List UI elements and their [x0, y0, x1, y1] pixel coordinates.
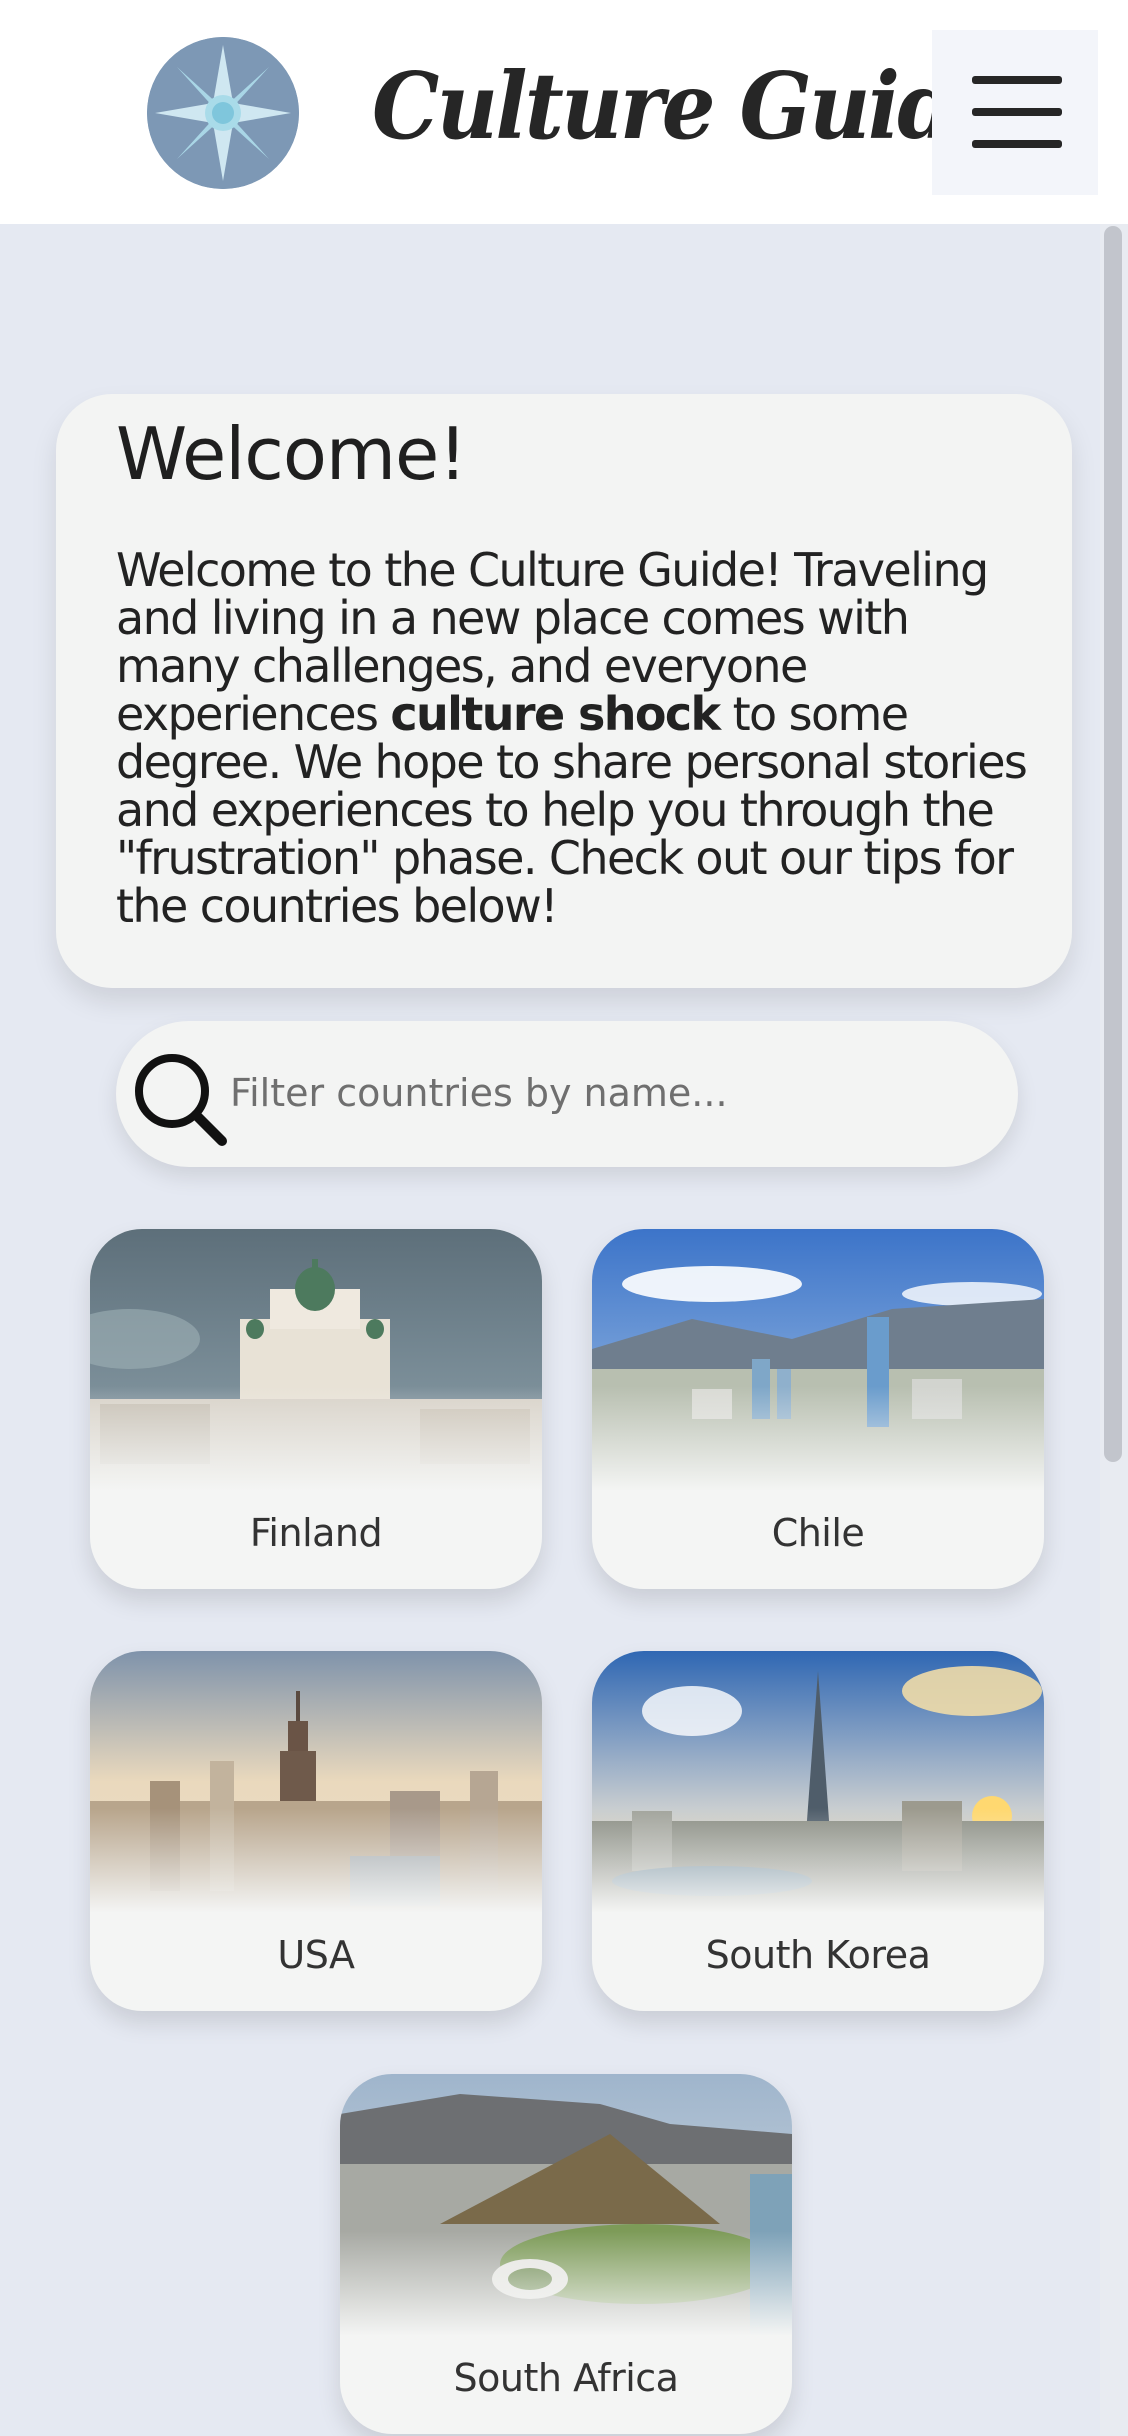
finland-photo: [90, 1229, 542, 1491]
country-name: Chile: [771, 1511, 865, 1555]
welcome-card: Welcome! Welcome to the Culture Guide! T…: [56, 394, 1072, 988]
site-header: Culture Guide: [0, 0, 1128, 224]
country-name: USA: [277, 1933, 355, 1977]
menu-bar: [972, 76, 1062, 84]
south-africa-photo: [340, 2074, 792, 2336]
country-name: South Africa: [453, 2356, 679, 2400]
menu-bar: [972, 108, 1062, 116]
chile-photo: [592, 1229, 1044, 1491]
site-title: Culture Guide: [372, 52, 1007, 160]
culture-shock-emphasis: culture shock: [390, 687, 721, 741]
scrollbar-thumb[interactable]: [1104, 226, 1122, 1462]
search-icon: [135, 1054, 227, 1146]
country-card-usa[interactable]: USA: [90, 1651, 542, 2011]
usa-photo: [90, 1651, 542, 1913]
welcome-title: Welcome!: [116, 412, 467, 496]
welcome-text: Welcome to the Culture Guide! Traveling …: [116, 546, 1036, 930]
country-card-finland[interactable]: Finland: [90, 1229, 542, 1589]
country-card-south-africa[interactable]: South Africa: [340, 2074, 792, 2434]
country-filter-bar[interactable]: [116, 1021, 1018, 1167]
south-korea-photo: [592, 1651, 1044, 1913]
menu-bar: [972, 140, 1062, 148]
country-filter-input[interactable]: [230, 1055, 970, 1131]
compass-rose-icon[interactable]: [147, 37, 299, 189]
country-card-chile[interactable]: Chile: [592, 1229, 1044, 1589]
country-name: Finland: [249, 1511, 383, 1555]
hamburger-menu-icon[interactable]: [932, 30, 1098, 195]
country-name: South Korea: [705, 1933, 931, 1977]
country-card-south-korea[interactable]: South Korea: [592, 1651, 1044, 2011]
